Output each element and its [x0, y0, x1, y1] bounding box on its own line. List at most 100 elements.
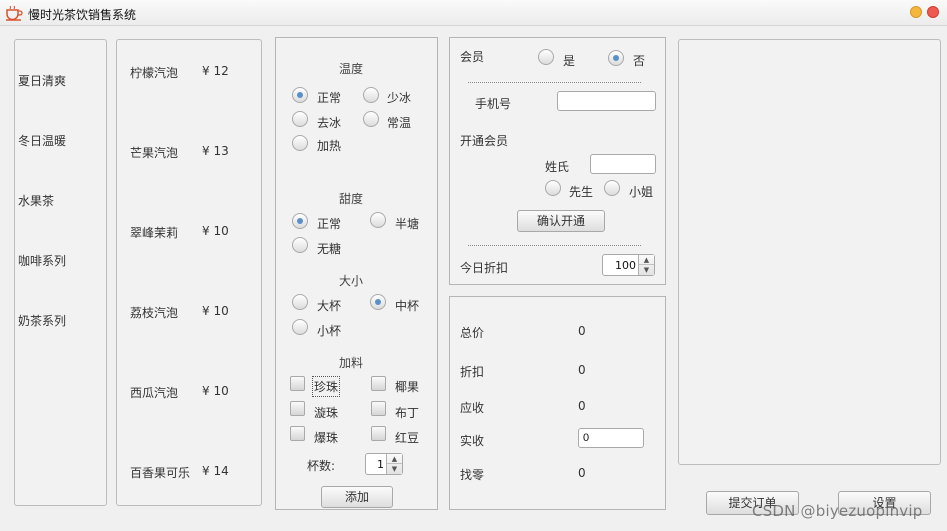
member-yes-radio[interactable] — [538, 49, 554, 65]
topping-coconut-checkbox[interactable] — [371, 376, 386, 391]
open-member-label: 开通会员 — [460, 134, 509, 148]
temp-less-ice-label[interactable]: 少冰 — [387, 89, 411, 106]
due-value: 0 — [578, 399, 586, 413]
topping-red-bean-label[interactable]: 红豆 — [395, 429, 419, 446]
product-panel: 柠檬汽泡 ¥ 12 芒果汽泡 ¥ 13 翠峰茉莉 ¥ 10 荔枝汽泡 ¥ 10 … — [116, 39, 262, 506]
surname-label: 姓氏 — [545, 160, 570, 174]
sweet-normal-radio[interactable] — [292, 213, 308, 229]
topping-pearl-label[interactable]: 珍珠 — [311, 376, 341, 397]
member-label: 会员 — [460, 50, 485, 64]
size-medium-label[interactable]: 中杯 — [395, 297, 419, 314]
sweet-normal-label[interactable]: 正常 — [317, 215, 341, 232]
category-fruit-tea[interactable]: 水果茶 — [18, 192, 54, 209]
topping-pudding-checkbox[interactable] — [371, 401, 386, 416]
window-title: 慢时光茶饮销售系统 — [28, 8, 137, 22]
category-summer[interactable]: 夏日清爽 — [18, 72, 66, 89]
member-no-radio[interactable] — [608, 50, 624, 66]
due-label: 应收 — [460, 401, 485, 415]
title-bar: 慢时光茶饮销售系统 — [0, 0, 947, 26]
stepper-down-icon[interactable]: ▼ — [639, 265, 654, 275]
paid-input[interactable] — [578, 428, 644, 448]
product-name[interactable]: 柠檬汽泡 — [130, 64, 178, 81]
temp-no-ice-radio[interactable] — [292, 111, 308, 127]
size-title: 大小 — [339, 274, 364, 288]
topping-swirl-checkbox[interactable] — [290, 401, 305, 416]
options-panel: 温度 正常 少冰 去冰 常温 加热 甜度 正常 半塘 无糖 大小 大杯 中杯 小… — [275, 37, 438, 510]
discount-sum-label: 折扣 — [460, 365, 485, 379]
sweet-half-radio[interactable] — [370, 212, 386, 228]
watermark-text: CSDN @biyezuopinvip — [752, 502, 923, 520]
topping-pudding-label[interactable]: 布丁 — [395, 404, 419, 421]
temp-normal-label[interactable]: 正常 — [317, 89, 341, 106]
summary-panel: 总价 0 折扣 0 应收 0 实收 找零 0 — [449, 296, 666, 510]
cups-stepper[interactable]: 1 ▲ ▼ — [365, 453, 403, 475]
product-name[interactable]: 芒果汽泡 — [130, 144, 178, 161]
topping-pearl-checkbox[interactable] — [290, 376, 305, 391]
member-panel: 会员 是 否 手机号 开通会员 姓氏 先生 小姐 确认开通 今日折扣 100 ▲… — [449, 37, 666, 285]
topping-coconut-label[interactable]: 椰果 — [395, 378, 419, 395]
category-panel: 夏日清爽 冬日温暖 水果茶 咖啡系列 奶茶系列 — [14, 39, 107, 506]
phone-input[interactable] — [557, 91, 656, 111]
product-price: ¥ 13 — [202, 144, 229, 158]
close-button[interactable] — [927, 6, 939, 18]
stepper-down-icon[interactable]: ▼ — [387, 464, 402, 474]
temp-no-ice-label[interactable]: 去冰 — [317, 114, 341, 131]
product-name[interactable]: 翠峰茉莉 — [130, 224, 178, 241]
sweet-none-radio[interactable] — [292, 237, 308, 253]
category-milk-tea[interactable]: 奶茶系列 — [18, 312, 66, 329]
change-label: 找零 — [460, 468, 485, 482]
size-large-label[interactable]: 大杯 — [317, 297, 341, 314]
cups-label: 杯数: — [307, 459, 336, 473]
phone-label: 手机号 — [475, 97, 512, 111]
category-winter[interactable]: 冬日温暖 — [18, 132, 66, 149]
ms-label[interactable]: 小姐 — [629, 183, 653, 200]
stepper-up-icon[interactable]: ▲ — [387, 454, 402, 464]
temp-normal-radio[interactable] — [292, 87, 308, 103]
temp-room-label[interactable]: 常温 — [387, 114, 411, 131]
cups-stepper-arrows[interactable]: ▲ ▼ — [386, 454, 402, 474]
temp-hot-radio[interactable] — [292, 135, 308, 151]
sweet-half-label[interactable]: 半塘 — [395, 215, 419, 232]
member-no-label[interactable]: 否 — [633, 52, 645, 69]
sweet-none-label[interactable]: 无糖 — [317, 240, 341, 257]
discount-stepper[interactable]: 100 ▲ ▼ — [602, 254, 655, 276]
size-small-radio[interactable] — [292, 319, 308, 335]
product-name[interactable]: 西瓜汽泡 — [130, 384, 178, 401]
ms-radio[interactable] — [604, 180, 620, 196]
size-small-label[interactable]: 小杯 — [317, 322, 341, 339]
topping-popping-checkbox[interactable] — [290, 426, 305, 441]
member-yes-label[interactable]: 是 — [563, 52, 575, 69]
toppings-title: 加料 — [339, 356, 364, 370]
sweetness-title: 甜度 — [339, 192, 364, 206]
topping-red-bean-checkbox[interactable] — [371, 426, 386, 441]
category-coffee[interactable]: 咖啡系列 — [18, 252, 66, 269]
order-list-panel — [678, 39, 941, 465]
size-large-radio[interactable] — [292, 294, 308, 310]
confirm-open-button[interactable]: 确认开通 — [517, 210, 605, 232]
add-button[interactable]: 添加 — [321, 486, 393, 508]
minimize-button[interactable] — [910, 6, 922, 18]
surname-input[interactable] — [590, 154, 656, 174]
tea-cup-icon — [6, 5, 23, 21]
total-label: 总价 — [460, 326, 485, 340]
size-medium-radio[interactable] — [370, 294, 386, 310]
member-divider-top — [468, 82, 641, 83]
discount-sum-value: 0 — [578, 363, 586, 377]
temp-room-radio[interactable] — [363, 111, 379, 127]
product-name[interactable]: 荔枝汽泡 — [130, 304, 178, 321]
discount-value[interactable]: 100 — [615, 259, 636, 272]
paid-label: 实收 — [460, 434, 485, 448]
temp-hot-label[interactable]: 加热 — [317, 137, 341, 154]
product-price: ¥ 12 — [202, 64, 229, 78]
temp-less-ice-radio[interactable] — [363, 87, 379, 103]
stepper-up-icon[interactable]: ▲ — [639, 255, 654, 265]
topping-popping-label[interactable]: 爆珠 — [314, 429, 338, 446]
product-name[interactable]: 百香果可乐 — [130, 464, 190, 481]
member-divider-bottom — [468, 245, 641, 246]
cups-value[interactable]: 1 — [377, 458, 384, 471]
discount-stepper-arrows[interactable]: ▲ ▼ — [638, 255, 654, 275]
mr-label[interactable]: 先生 — [569, 183, 593, 200]
total-value: 0 — [578, 324, 586, 338]
mr-radio[interactable] — [545, 180, 561, 196]
topping-swirl-label[interactable]: 漩珠 — [314, 404, 338, 421]
